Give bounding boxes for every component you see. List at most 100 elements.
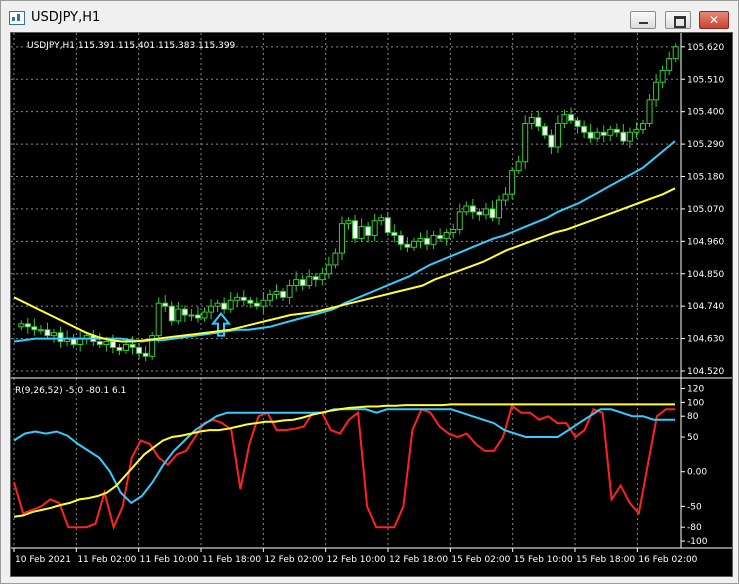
price-tick-label: 104.520 — [687, 367, 724, 377]
candle-body — [653, 81, 660, 101]
slow-ma-line — [13, 187, 676, 343]
candle-body — [109, 341, 116, 348]
candle-body — [672, 46, 679, 60]
price-tick-label: 105.180 — [687, 173, 724, 183]
time-label: 15 Feb 18:00 — [576, 555, 635, 565]
minimize-icon — [639, 22, 648, 24]
indicator-tick-label: 50 — [687, 433, 699, 443]
candle-body — [548, 134, 555, 148]
candle-body — [253, 302, 260, 307]
candle-body — [162, 302, 169, 307]
minimize-button[interactable] — [630, 11, 656, 29]
close-icon: ✕ — [708, 13, 720, 27]
candle-body — [312, 276, 319, 281]
candle-body — [299, 279, 306, 287]
candle-body — [587, 131, 594, 139]
candle-body — [96, 341, 103, 345]
candle-body — [358, 226, 365, 239]
candle-body — [37, 329, 44, 332]
candle-body — [397, 234, 404, 245]
candle-body — [561, 114, 568, 124]
candle-body — [666, 58, 673, 71]
chart-grid — [11, 33, 681, 548]
title-bar[interactable]: USDJPY,H1 ✕ — [1, 1, 738, 33]
indicator-tick-label: 120 — [687, 384, 704, 394]
candle-body — [541, 125, 548, 136]
close-button[interactable]: ✕ — [699, 11, 729, 29]
price-tick-label: 105.620 — [687, 43, 724, 53]
time-label: 12 Feb 02:00 — [264, 555, 323, 565]
candle-body — [50, 332, 57, 337]
candle-body — [482, 208, 489, 216]
candle-body — [522, 122, 529, 163]
candle-body — [266, 293, 273, 301]
candle-body — [535, 117, 542, 127]
candle-body — [31, 326, 38, 331]
candle-body — [332, 252, 339, 266]
candle-body — [325, 264, 332, 275]
candle-body — [424, 237, 431, 245]
candle-body — [574, 120, 581, 127]
candle-body — [214, 302, 221, 307]
candle-body — [18, 323, 25, 328]
time-label: 12 Feb 18:00 — [389, 555, 448, 565]
candle-body — [175, 308, 182, 322]
indicator-tick-label: 100 — [687, 398, 704, 408]
candle-body — [476, 211, 483, 216]
indicator-tick-label: -100 — [687, 537, 708, 547]
candle-body — [44, 329, 51, 337]
candle-body — [221, 302, 228, 310]
candle-body — [437, 234, 444, 239]
candle-body — [378, 217, 385, 222]
candle-body — [273, 290, 280, 295]
candle-body — [188, 314, 195, 317]
candle-body — [607, 128, 614, 136]
candle-body — [528, 117, 535, 124]
candle-body — [155, 302, 162, 337]
candle-body — [410, 240, 417, 248]
price-tick-label: 104.630 — [687, 335, 724, 345]
candle-body — [365, 226, 372, 236]
chart-window-icon — [9, 11, 25, 25]
price-tick-label: 105.290 — [687, 140, 724, 150]
candle-body — [502, 193, 509, 201]
candle-body — [391, 231, 398, 236]
window-title: USDJPY,H1 — [31, 10, 101, 25]
candle-body — [227, 299, 234, 310]
candle-body — [581, 125, 588, 133]
candle-body — [24, 323, 31, 328]
chart-canvas[interactable]: 10 Feb 2021 11 Feb 02:00 11 Feb 10:00 11 Fe… — [11, 33, 732, 576]
candle-body — [201, 311, 208, 319]
candle-body — [509, 170, 516, 195]
candle-body — [234, 296, 241, 301]
candle-body — [633, 128, 640, 133]
candle-body — [260, 299, 267, 307]
candle-body — [57, 332, 64, 343]
candle-body — [417, 237, 424, 242]
candle-body — [489, 208, 496, 219]
indicator-tick-label: 80 — [687, 412, 699, 422]
candle-body — [594, 131, 601, 139]
chart-area[interactable]: 10 Feb 2021 11 Feb 02:00 11 Feb 10:00 11 Fe… — [10, 32, 733, 577]
candle-body — [136, 346, 143, 354]
indicator-panel-header: R(9,26,52) -5.0 -80.1 6.1 — [15, 386, 126, 396]
indicator-tick-label: -50 — [687, 502, 702, 512]
candle-body — [129, 343, 136, 348]
time-label: 10 Feb 2021 — [15, 555, 71, 565]
candle-body — [208, 305, 215, 313]
candle-body — [352, 220, 359, 239]
candle-body — [293, 279, 300, 287]
candle-body — [469, 205, 476, 213]
price-tick-label: 104.960 — [687, 237, 724, 247]
candle-body — [319, 273, 326, 281]
candle-body — [463, 205, 470, 213]
candle-body — [554, 122, 561, 148]
time-label: 15 Feb 02:00 — [451, 555, 510, 565]
candle-body — [515, 161, 522, 172]
candle-body — [240, 296, 247, 301]
candle-body — [646, 99, 653, 124]
maximize-button[interactable] — [665, 11, 691, 29]
candle-body — [496, 199, 503, 219]
candle-body — [404, 243, 411, 248]
price-tick-label: 105.400 — [687, 108, 724, 118]
